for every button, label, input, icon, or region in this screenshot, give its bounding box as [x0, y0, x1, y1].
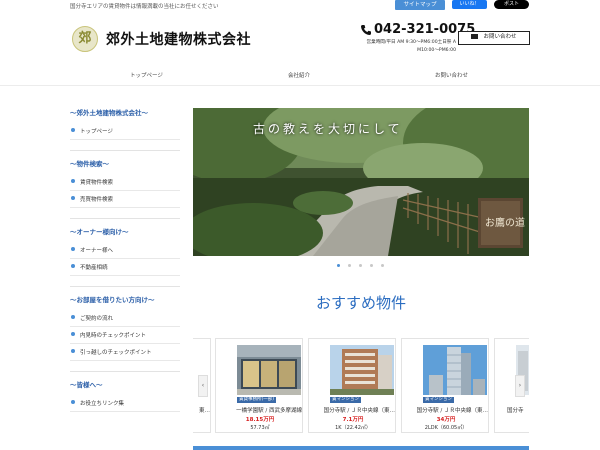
sidebar: ～郊外土地建物株式会社～ トップページ ～物件検索～ 賃貸物件検索 売買物件検索…: [70, 100, 180, 450]
company-name[interactable]: 郊外土地建物株式会社: [106, 29, 251, 49]
nav-item-top[interactable]: トップページ: [130, 71, 163, 79]
nav-item-company[interactable]: 会社紹介: [288, 71, 310, 79]
site-tagline: 国分寺エリアの賃貸物件は情報満載の当社にお任せください: [70, 4, 219, 10]
property-type-badge: 賃マンション: [423, 397, 454, 403]
property-photo: [330, 345, 394, 395]
property-spec: 57.73㎡: [250, 425, 270, 431]
carousel-prev-button[interactable]: ‹: [198, 375, 208, 397]
business-hours-line: M10:00〜PM6:00: [417, 48, 456, 53]
sidebar-item-contract-flow[interactable]: ご契約の流れ: [70, 310, 180, 327]
recommend-title: おすすめ物件: [315, 294, 406, 312]
property-photo: [237, 345, 301, 395]
sidebar-item-inheritance[interactable]: 不動産相続: [70, 259, 180, 276]
hero-slider[interactable]: お鷹の道 古の教えを大切にして: [193, 108, 529, 256]
slider-dots: [337, 264, 397, 268]
sidebar-section-title: ～郊外土地建物株式会社～: [70, 109, 148, 117]
sidebar-section-everyone: ～皆様へ～ お役立ちリンク集: [70, 371, 180, 412]
slider-dot[interactable]: [370, 264, 373, 267]
contact-button[interactable]: お問い合わせ: [458, 31, 530, 45]
property-price: 7.1万円: [342, 417, 364, 423]
x-post-label: ポスト: [503, 1, 519, 7]
property-station: 国分寺: [507, 408, 524, 414]
nav-item-contact[interactable]: お問い合わせ: [435, 71, 468, 79]
sidebar-section-title: ～オーナー様向け～: [70, 218, 180, 242]
sidebar-item-sale-search[interactable]: 売買物件検索: [70, 191, 180, 208]
sidebar-section-title: ～お部屋を借りたい方向け～: [70, 286, 180, 310]
sidebar-section-title: ～物件検索～: [70, 150, 180, 174]
property-station: 東…: [198, 408, 210, 414]
sidebar-item-links[interactable]: お役立ちリンク集: [70, 395, 180, 412]
sitemap-button[interactable]: サイトマップ: [395, 0, 445, 10]
property-card[interactable]: 賃貸事務所(一部) 一橋学園駅 / 西武多摩湖線 18.15万円 57.73㎡: [215, 338, 303, 433]
site-header: 郊 郊外土地建物株式会社 042-321-0075 営業時間/平日 AM 9:3…: [0, 18, 600, 63]
sidebar-section-owner: ～オーナー様向け～ オーナー様へ 不動産相続: [70, 218, 180, 286]
property-card[interactable]: 賃マンション 国分寺駅 / ＪＲ中央線（東… 7.1万円 1K（22.42㎡）: [308, 338, 396, 433]
slider-dot[interactable]: [337, 264, 340, 267]
property-spec: 1K（22.42㎡）: [335, 425, 371, 431]
hero-sign-text: お鷹の道: [485, 216, 525, 229]
sidebar-item-owner[interactable]: オーナー様へ: [70, 242, 180, 259]
sidebar-section-title: ～皆様へ～: [70, 371, 180, 395]
property-spec: ㎡）: [193, 424, 210, 431]
recommend-carousel: 東… ㎡） ‹ 賃貸事務所(一部) 一橋学園駅 / 西武多摩湖線 18.15万円…: [193, 338, 529, 433]
property-card[interactable]: 賃マンション 国分寺駅 / ＪＲ中央線（東… 34万円 2LDK（60.05㎡）: [401, 338, 489, 433]
property-type-badge: 賃マンション: [330, 397, 361, 403]
company-logo[interactable]: 郊: [72, 26, 98, 52]
slider-dot[interactable]: [348, 264, 351, 267]
footer-bar: [193, 446, 529, 450]
x-post-button[interactable]: ポスト: [494, 0, 529, 9]
property-station: 一橋学園駅 / 西武多摩湖線: [236, 408, 302, 414]
sidebar-section-company: ～郊外土地建物株式会社～ トップページ: [70, 100, 180, 150]
sidebar-item-viewing-checkpoints[interactable]: 内見時のチェックポイント: [70, 327, 180, 344]
business-hours: 営業時間/平日 AM 9:30〜PM6:00土日祭 A M10:00〜PM6:0…: [356, 39, 456, 55]
facebook-like-label: いいね！: [459, 1, 480, 7]
property-price: 34万円: [436, 417, 456, 423]
contact-button-label: お問い合わせ: [483, 34, 517, 40]
property-station: 国分寺駅 / ＪＲ中央線（東…: [416, 408, 488, 414]
top-bar: 国分寺エリアの賃貸物件は情報満載の当社にお任せください サイトマップ いいね！ …: [0, 0, 600, 12]
property-type-badge: 賃貸事務所(一部): [237, 397, 277, 403]
sidebar-item-rental-search[interactable]: 賃貸物件検索: [70, 174, 180, 191]
business-hours-line: 営業時間/平日 AM 9:30〜PM6:00土日祭 A: [366, 40, 456, 45]
slider-dot[interactable]: [359, 264, 362, 267]
facebook-like-button[interactable]: いいね！: [452, 0, 487, 9]
sidebar-section-search: ～物件検索～ 賃貸物件検索 売買物件検索: [70, 150, 180, 218]
sidebar-item-moving-checkpoints[interactable]: 引っ越しのチェックポイント: [70, 344, 180, 361]
slider-dot[interactable]: [381, 264, 384, 267]
property-station: 国分寺駅 / ＪＲ中央線（東…: [323, 408, 395, 414]
hero-caption: 古の教えを大切にして: [253, 122, 403, 136]
property-price: 18.15万円: [245, 417, 275, 423]
global-nav: トップページ 会社紹介 お問い合わせ: [0, 64, 600, 86]
phone-icon: [361, 25, 371, 35]
sidebar-item-top[interactable]: トップページ: [70, 123, 180, 140]
property-spec: 2LDK（60.05㎡）: [424, 425, 468, 431]
sidebar-section-tenant: ～お部屋を借りたい方向け～ ご契約の流れ 内見時のチェックポイント 引っ越しのチ…: [70, 286, 180, 371]
mail-icon: [471, 33, 479, 39]
property-photo: [423, 345, 487, 395]
carousel-next-button[interactable]: ›: [515, 375, 525, 397]
